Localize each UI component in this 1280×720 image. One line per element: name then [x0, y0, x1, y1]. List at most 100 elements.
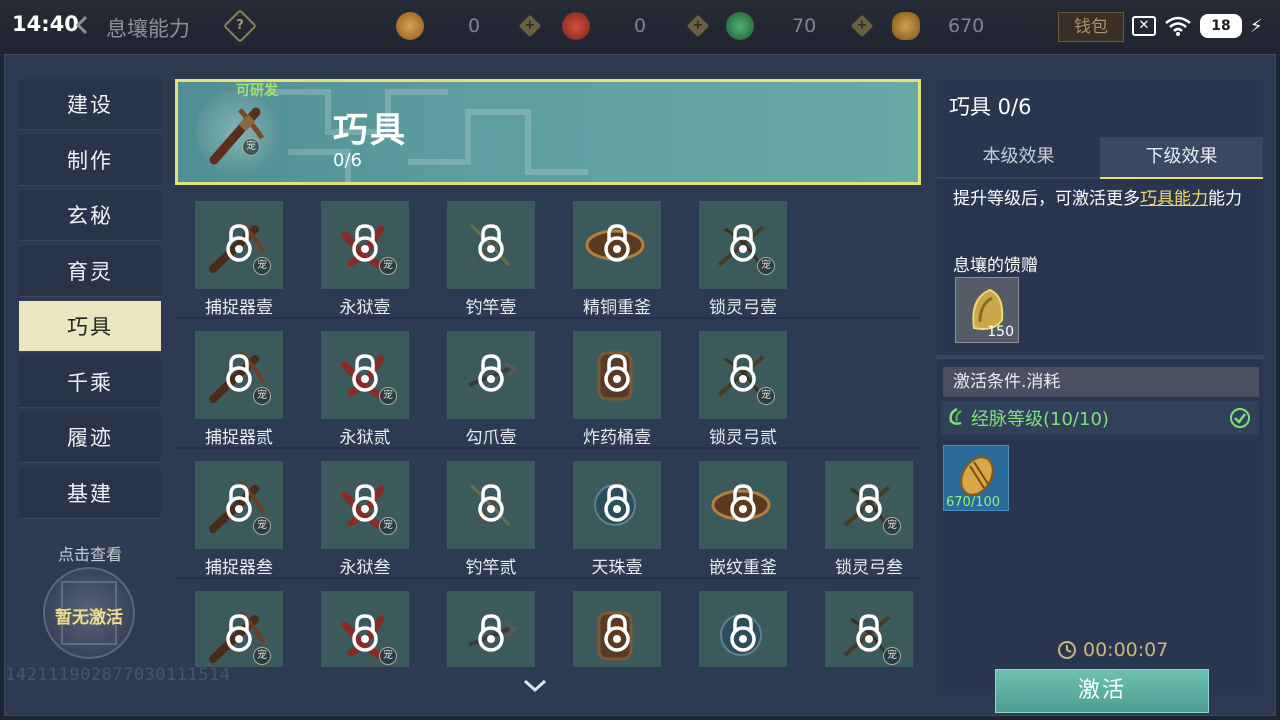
pet-badge: 宠 [379, 257, 397, 275]
sidebar-item-traces[interactable]: 履迹 [19, 412, 161, 463]
banner-pattern [268, 89, 588, 182]
ability-cell[interactable]: 天珠壹 [571, 461, 663, 579]
ability-cell[interactable]: 钓竿贰 [445, 461, 537, 579]
activation-seal[interactable]: 暂无激活 [43, 567, 135, 659]
wallet-button[interactable]: 钱包 [1058, 12, 1124, 42]
lock-icon [730, 614, 756, 652]
ability-cell[interactable]: 宠 [823, 591, 915, 667]
lock-icon [604, 614, 630, 652]
cost-quantity: 670/100 [946, 495, 1001, 510]
ability-cell[interactable]: 精铜重釜 [571, 201, 663, 319]
lock-icon [226, 484, 252, 522]
ability-icon-box[interactable] [699, 461, 787, 549]
tab-current-effect[interactable]: 本级效果 [937, 137, 1100, 179]
ability-icon-box[interactable]: 宠 [825, 461, 913, 549]
lock-icon [604, 224, 630, 262]
system-status: ✕ 18 ⚡ [1132, 12, 1263, 40]
ability-cell[interactable]: 炸药桶壹 [571, 331, 663, 449]
ability-icon-box[interactable]: 宠 [321, 461, 409, 549]
ability-label: 嵌纹重釜 [709, 558, 777, 578]
resource-value: 0 [634, 15, 647, 37]
ability-icon-box[interactable] [447, 331, 535, 419]
ability-cell[interactable] [571, 591, 663, 667]
sidebar-item-crafting[interactable]: 制作 [19, 134, 161, 186]
ability-icon-box[interactable] [699, 591, 787, 667]
ability-cell[interactable]: 宠永狱壹 [319, 201, 411, 319]
help-icon[interactable]: ? [223, 9, 257, 43]
sidebar-item-tools[interactable]: 巧具 [19, 301, 161, 352]
ability-cell[interactable]: 嵌纹重釜 [697, 461, 789, 579]
sidebar-item-breeding[interactable]: 育灵 [19, 245, 161, 297]
lock-icon [730, 224, 756, 262]
ability-cell[interactable]: 宠捕捉器叁 [193, 461, 285, 579]
pet-badge: 宠 [757, 257, 775, 275]
ability-cell[interactable]: 宠捕捉器贰 [193, 331, 285, 449]
effect-highlight-link[interactable]: 巧具能力 [1140, 189, 1208, 209]
ability-icon-box[interactable]: 宠 [195, 201, 283, 289]
crossbow-icon [209, 107, 265, 165]
ability-row: 宠捕捉器壹宠永狱壹 钓竿壹 精铜重釜宠锁灵弓壹 [175, 195, 921, 319]
ability-icon-box[interactable]: 宠 [699, 331, 787, 419]
resource-value: 0 [468, 15, 481, 37]
sim-icon: ✕ [1132, 16, 1156, 36]
ability-cell[interactable]: 宠锁灵弓贰 [697, 331, 789, 449]
condition-text: 经脉等级(10/10) [971, 409, 1109, 430]
add-resource-button[interactable]: + [850, 14, 874, 38]
ability-icon-box[interactable] [573, 591, 661, 667]
ability-cell[interactable] [697, 591, 789, 667]
ability-icon-box[interactable]: 宠 [321, 331, 409, 419]
ability-icon-box[interactable]: 宠 [321, 591, 409, 667]
back-icon[interactable] [72, 14, 94, 36]
effect-text: 提升等级后，可激活更多 [953, 189, 1140, 209]
ability-icon-box[interactable]: 宠 [321, 201, 409, 289]
ability-cell[interactable]: 钓竿壹 [445, 201, 537, 319]
ability-icon-box[interactable] [447, 201, 535, 289]
cost-item[interactable]: 670/100 [943, 445, 1009, 511]
ability-cell[interactable]: 宠捕捉器壹 [193, 201, 285, 319]
ability-label: 捕捉器壹 [205, 298, 273, 318]
ability-cell[interactable]: 宠永狱叁 [319, 461, 411, 579]
wifi-icon [1165, 16, 1191, 36]
ability-icon-box[interactable]: 宠 [195, 591, 283, 667]
ability-icon-box[interactable] [573, 201, 661, 289]
ability-cell[interactable]: 宠 [319, 591, 411, 667]
ability-row: 宠捕捉器贰宠永狱贰 勾爪壹 炸药桶壹宠锁灵弓贰 [175, 325, 921, 449]
tool-portrait: 宠 [196, 90, 280, 174]
ability-icon-box[interactable] [447, 461, 535, 549]
gift-item[interactable]: 150 [955, 277, 1019, 343]
ability-cell[interactable]: 宠 [193, 591, 285, 667]
seal-status-text: 暂无激活 [55, 608, 123, 628]
ability-label: 永狱叁 [339, 558, 391, 578]
pet-badge: 宠 [883, 517, 901, 535]
scroll-down-icon[interactable] [523, 679, 547, 693]
ability-cell[interactable]: 宠锁灵弓叁 [823, 461, 915, 579]
add-resource-button[interactable]: + [686, 14, 710, 38]
sidebar-item-mystic[interactable]: 玄秘 [19, 190, 161, 241]
effect-description: 提升等级后，可激活更多巧具能力能力 [953, 187, 1253, 211]
lock-icon [226, 224, 252, 262]
ability-cell[interactable]: 勾爪壹 [445, 331, 537, 449]
ability-icon-box[interactable] [447, 591, 535, 667]
status-time: 14:40 [12, 12, 79, 36]
sidebar-item-vehicles[interactable]: 千乘 [19, 356, 161, 408]
ability-icon-box[interactable]: 宠 [699, 201, 787, 289]
ability-icon-box[interactable] [573, 461, 661, 549]
sidebar-item-infrastructure[interactable]: 基建 [19, 467, 161, 519]
gift-label: 息壤的馈赠 [953, 256, 1038, 276]
ability-icon-box[interactable] [573, 331, 661, 419]
pet-badge: 宠 [253, 517, 271, 535]
meridian-icon [949, 407, 962, 425]
ability-icon-box[interactable]: 宠 [195, 331, 283, 419]
battery-icon: 18 [1200, 14, 1242, 38]
ability-cell[interactable]: 宠永狱贰 [319, 331, 411, 449]
lock-icon [478, 354, 504, 392]
activate-button[interactable]: 激活 [995, 669, 1209, 713]
ability-icon-box[interactable]: 宠 [195, 461, 283, 549]
ability-cell[interactable]: 宠锁灵弓壹 [697, 201, 789, 319]
ability-cell[interactable] [445, 591, 537, 667]
sidebar-item-construction[interactable]: 建设 [19, 79, 161, 130]
ability-icon-box[interactable]: 宠 [825, 591, 913, 667]
charging-icon: ⚡ [1250, 15, 1263, 37]
tab-next-effect[interactable]: 下级效果 [1100, 137, 1263, 179]
add-resource-button[interactable]: + [518, 14, 542, 38]
